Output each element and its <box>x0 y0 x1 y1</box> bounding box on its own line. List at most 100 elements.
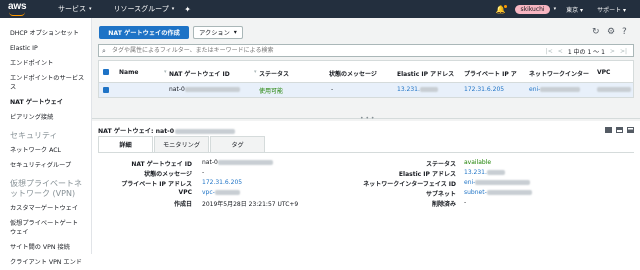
table-header: Name ▾ NAT ゲートウェイ ID ▾ ステータス 状態のメッセージ El… <box>99 61 633 83</box>
col-nat-id[interactable]: NAT ゲートウェイ ID <box>169 69 230 78</box>
sidebar-item-network-acl[interactable]: ネットワーク ACL <box>0 143 91 158</box>
value-deleted: - <box>464 199 467 206</box>
label-private-ip: プライベート IP アドレス <box>121 181 192 188</box>
label-subnet: サブネット <box>425 191 456 198</box>
table-row[interactable]: nat-0 使用可能 - 13.231. 172.31.6.205 eni- <box>99 83 633 97</box>
chevron-down-icon: ▾ <box>171 6 175 12</box>
label-nat-id: NAT ゲートウェイ ID <box>131 161 192 168</box>
aws-smile-icon <box>9 12 25 16</box>
sidebar-item-nat-gateways[interactable]: NAT ゲートウェイ <box>0 95 91 110</box>
resource-groups-label: リソースグループ <box>113 5 169 13</box>
sidebar-item-client-vpn[interactable]: クライアント VPN エンド <box>0 255 91 270</box>
value-created: 2019年5月28日 23:21:57 UTC+9 <box>202 201 299 208</box>
filter-bar: ⌕ |< < 1 中の 1 ～ 1 > >| <box>98 44 634 57</box>
sidebar-item-site-to-site-vpn[interactable]: サイト間の VPN 接続 <box>0 240 91 255</box>
col-message[interactable]: 状態のメッセージ <box>329 69 377 78</box>
panel-full-icon[interactable] <box>605 127 612 133</box>
row-message: - <box>331 86 334 93</box>
tab-tags[interactable]: タグ <box>210 136 265 152</box>
sidebar-item-endpoint-services[interactable]: エンドポイントのサービス ス <box>0 71 91 95</box>
value-vpc[interactable]: vpc- <box>202 189 240 196</box>
row-status: 使用可能 <box>259 88 284 95</box>
user-menu[interactable]: skikuchi <box>515 4 550 14</box>
row-private-ip[interactable]: 172.31.6.205 <box>464 86 504 93</box>
row-nat-id: nat-0 <box>169 86 240 93</box>
sort-icon[interactable]: ▾ <box>164 69 167 75</box>
sidebar-item-endpoints[interactable]: エンドポイント <box>0 56 91 71</box>
sidebar-item-dhcp[interactable]: DHCP オプションセット <box>0 26 91 41</box>
first-page-icon[interactable]: |< <box>546 48 553 55</box>
last-page-icon[interactable]: >| <box>620 48 627 55</box>
sidebar-item-virtual-private-gateways[interactable]: 仮想プライベートゲート ウェイ <box>0 216 91 240</box>
aws-logo-text: aws <box>8 1 27 12</box>
value-subnet[interactable]: subnet- <box>464 189 532 196</box>
value-eni[interactable]: eni- <box>464 179 531 186</box>
chevron-down-icon: ▾ <box>89 6 92 12</box>
top-navigation-bar: aws サービス ▾ リソースグループ ▾ ✦ 🔔 skikuchi ▾ 東京 … <box>0 0 640 18</box>
sidebar-section-vpn: 仮想プライベートネ ットワーク (VPN) <box>10 179 82 198</box>
pager-text: 1 中の 1 ～ 1 <box>567 49 605 56</box>
services-menu[interactable]: サービス ▾ <box>58 4 92 14</box>
aws-logo[interactable]: aws <box>6 0 36 18</box>
col-private-ip[interactable]: プライベート IP ア <box>464 69 517 78</box>
sort-icon[interactable]: ▾ <box>254 69 257 75</box>
gear-icon[interactable]: ⚙ <box>607 27 615 37</box>
chevron-down-icon: ▾ <box>233 29 237 36</box>
row-eni[interactable]: eni- <box>529 86 581 93</box>
nat-gateways-table: Name ▾ NAT ゲートウェイ ID ▾ ステータス 状態のメッセージ El… <box>98 60 634 98</box>
col-eip[interactable]: Elastic IP アドレス <box>397 69 454 78</box>
row-vpc[interactable] <box>597 86 631 93</box>
support-menu[interactable]: サポート ▾ <box>597 5 626 14</box>
prev-page-icon[interactable]: < <box>558 48 563 55</box>
user-chevron-icon[interactable]: ▾ <box>554 6 557 12</box>
label-status: ステータス <box>425 161 456 168</box>
col-eni[interactable]: ネットワークインター <box>529 69 589 78</box>
sidebar-item-customer-gateways[interactable]: カスタマーゲートウェイ <box>0 201 91 216</box>
col-name[interactable]: Name <box>119 69 138 76</box>
panel-layout-controls <box>605 127 634 133</box>
search-input[interactable] <box>112 45 492 56</box>
region-label: 東京 <box>566 6 579 14</box>
actions-button[interactable]: アクション ▾ <box>193 26 243 39</box>
value-private-ip[interactable]: 172.31.6.205 <box>202 179 242 186</box>
search-icon: ⌕ <box>102 47 106 55</box>
panel-bottom-icon[interactable] <box>627 127 634 133</box>
sidebar-section-security: セキュリティ <box>10 131 58 140</box>
select-all-checkbox[interactable] <box>103 69 109 75</box>
refresh-icon[interactable]: ↻ <box>592 27 600 37</box>
pagination: |< < 1 中の 1 ～ 1 > >| <box>546 47 627 56</box>
detail-title: NAT ゲートウェイ: nat-0 <box>98 126 236 135</box>
next-page-icon[interactable]: > <box>610 48 615 55</box>
col-status[interactable]: ステータス <box>259 69 289 78</box>
row-checkbox[interactable] <box>103 87 109 93</box>
pin-icon[interactable]: ✦ <box>184 5 191 14</box>
region-menu[interactable]: 東京 ▾ <box>566 5 583 14</box>
label-state-message: 状態のメッセージ <box>144 171 192 178</box>
label-created: 作成日 <box>173 201 192 208</box>
tab-details[interactable]: 詳細 <box>98 136 153 152</box>
value-nat-id: nat-0 <box>202 159 273 166</box>
detail-panel: NAT ゲートウェイ: nat-0 詳細 モニタリング タグ NAT ゲートウェ… <box>92 121 640 254</box>
col-vpc[interactable]: VPC <box>597 69 610 76</box>
label-deleted: 削除済み <box>431 201 456 208</box>
bell-icon[interactable]: 🔔 <box>496 4 508 14</box>
help-icon[interactable]: ? <box>622 27 627 37</box>
notification-dot <box>504 4 508 8</box>
label-eni: ネットワークインターフェイス ID <box>363 181 456 188</box>
sidebar-item-elastic-ip[interactable]: Elastic IP <box>0 41 91 56</box>
sidebar: DHCP オプションセット Elastic IP エンドポイント エンドポイント… <box>0 18 92 266</box>
value-eip[interactable]: 13.231. <box>464 169 505 176</box>
label-eip: Elastic IP アドレス <box>398 171 456 178</box>
row-eip[interactable]: 13.231. <box>397 86 438 93</box>
resource-groups-menu[interactable]: リソースグループ ▾ <box>114 4 175 14</box>
sidebar-item-peering[interactable]: ピアリング接続 <box>0 110 91 125</box>
create-nat-gateway-button[interactable]: NAT ゲートウェイの作成 <box>99 26 189 39</box>
tab-monitoring[interactable]: モニタリング <box>154 136 209 152</box>
value-state-message: - <box>202 169 205 176</box>
toolbar: NAT ゲートウェイの作成 アクション ▾ ↻ ⚙ ? <box>92 18 640 42</box>
services-label: サービス <box>58 5 86 13</box>
actions-label: アクション <box>199 30 230 37</box>
label-vpc: VPC <box>178 189 192 196</box>
panel-split-icon[interactable] <box>616 127 623 133</box>
sidebar-item-security-groups[interactable]: セキュリティグループ <box>0 158 91 173</box>
